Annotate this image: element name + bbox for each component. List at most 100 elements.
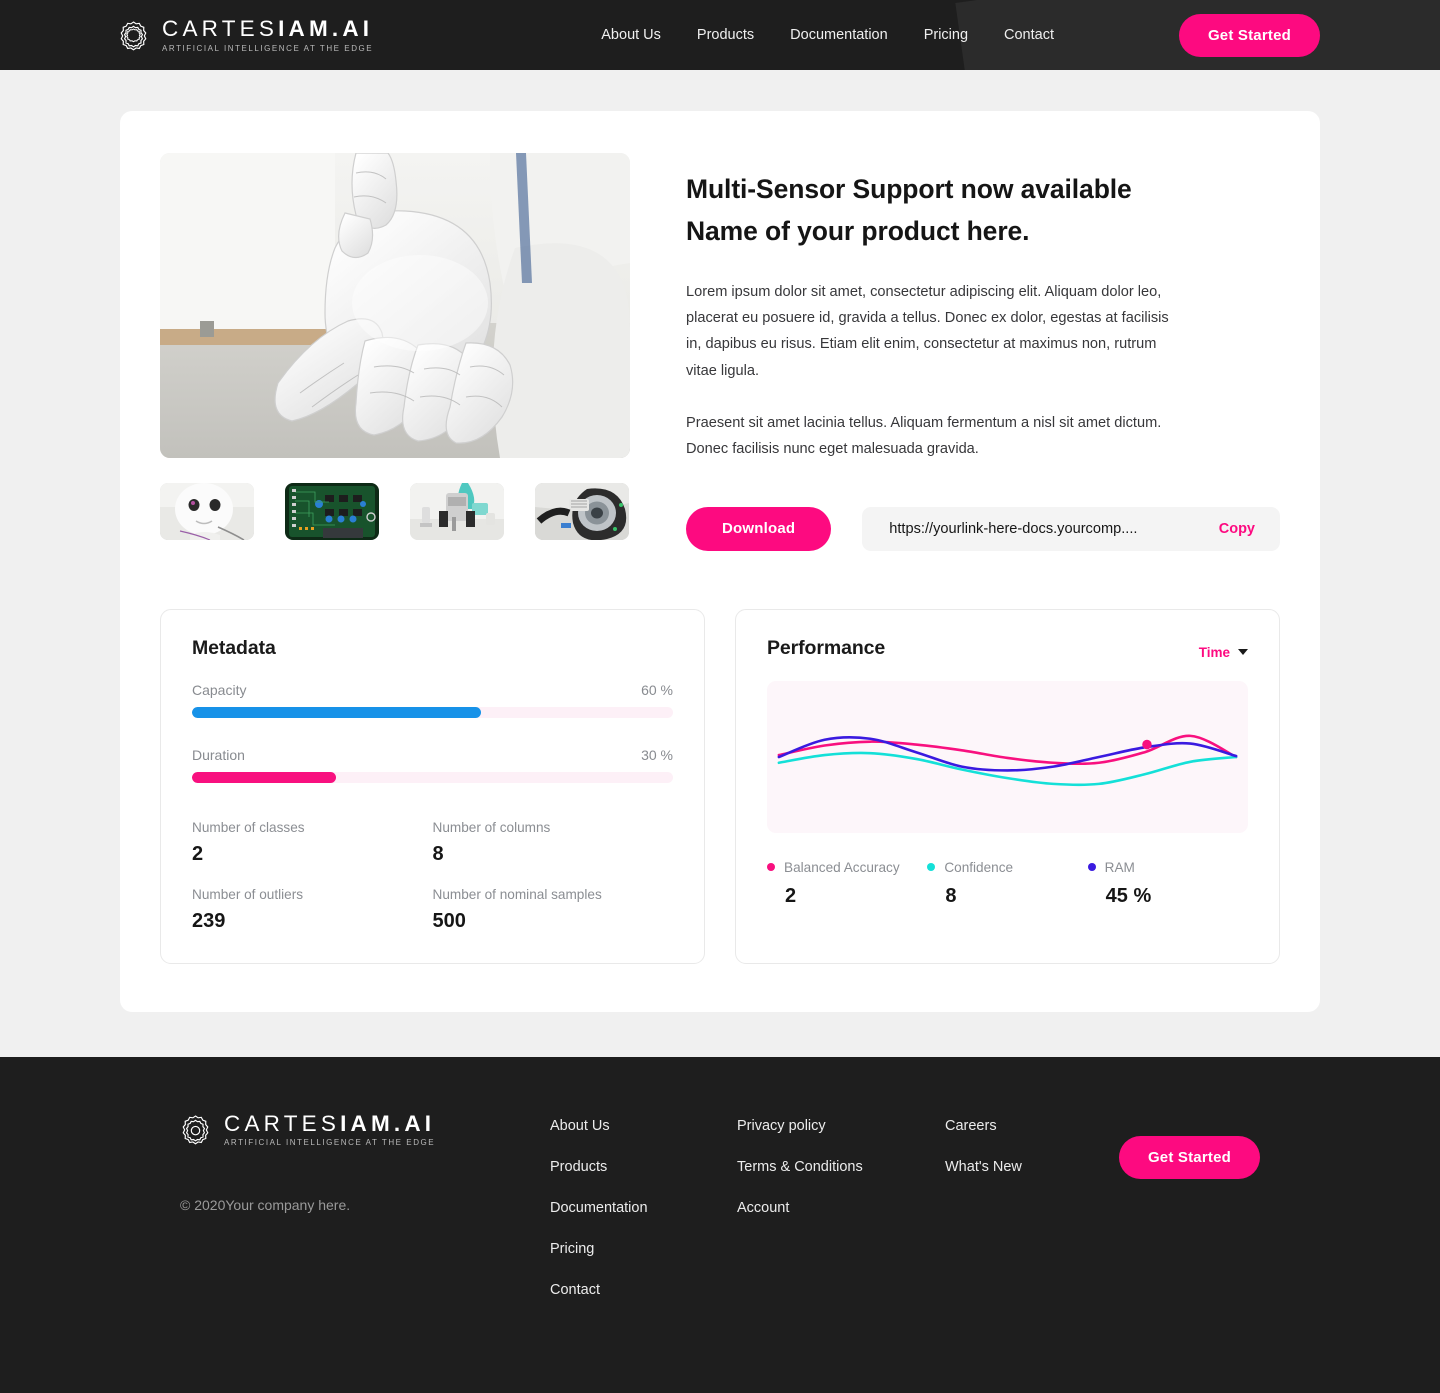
stat-number-of-classes: Number of classes 2 [192, 820, 433, 866]
footer-link-documentation[interactable]: Documentation [550, 1200, 737, 1216]
footer-logo-tagline: ARTIFICIAL INTELLIGENCE AT THE EDGE [224, 1138, 436, 1148]
copy-link-button[interactable]: Copy [1219, 521, 1255, 537]
legend-label: Confidence [944, 859, 1014, 875]
metadata-progress-bars: Capacity 60 % Duration 30 % [192, 682, 673, 783]
stat-value: 2 [192, 842, 204, 865]
product-description-paragraph-1: Lorem ipsum dolor sit amet, consectetur … [686, 284, 1169, 379]
stat-number-of-columns: Number of columns 8 [433, 820, 674, 866]
page-title-line1: Multi-Sensor Support now available [686, 174, 1132, 204]
legend-confidence: Confidence 8 [927, 860, 1087, 908]
content-panel: Multi-Sensor Support now available Name … [120, 111, 1320, 1012]
performance-title: Performance [767, 636, 886, 659]
product-gallery [160, 153, 630, 551]
footer-link-contact[interactable]: Contact [550, 1282, 737, 1298]
footer-link-terms-conditions[interactable]: Terms & Conditions [737, 1159, 945, 1175]
duration-label: Duration [192, 746, 245, 763]
legend-value: 2 [785, 884, 797, 907]
logo-wordmark: CARTESIAM.AI ARTIFICIAL INTELLIGENCE AT … [162, 17, 373, 53]
footer-link-pricing[interactable]: Pricing [550, 1241, 737, 1257]
chart-data-point-marker[interactable] [1142, 739, 1152, 750]
footer-link-columns: About Us Products Documentation Pricing … [550, 1112, 1119, 1323]
performance-line-chart [767, 681, 1248, 833]
legend-color-dot [927, 863, 936, 872]
duration-progress-fill [192, 771, 337, 783]
copyright-text: © 2020Your company here. [180, 1197, 351, 1214]
legend-label: RAM [1104, 859, 1135, 875]
logo-tagline: ARTIFICIAL INTELLIGENCE AT THE EDGE [162, 43, 374, 53]
footer-link-whats-new[interactable]: What's New [945, 1159, 1117, 1175]
circuit-board-icon [285, 483, 379, 540]
gallery-thumbnail-2[interactable] [285, 483, 379, 540]
metadata-card-header: Metadata [192, 637, 673, 660]
logo-title: CARTESIAM.AI [162, 16, 374, 42]
header-logo[interactable]: CARTESIAM.AI ARTIFICIAL INTELLIGENCE AT … [118, 17, 373, 53]
time-range-label: Time [1198, 644, 1230, 660]
footer-brand: CARTESIAM.AI ARTIFICIAL INTELLIGENCE AT … [180, 1112, 550, 1323]
nav-item-products[interactable]: Products [679, 21, 772, 49]
page-title-line2: Name of your product here. [686, 215, 1030, 246]
stat-label: Number of nominal samples [432, 886, 602, 902]
camera-lens-module-icon [535, 483, 629, 540]
footer-link-careers[interactable]: Careers [945, 1118, 1117, 1134]
nav-item-pricing[interactable]: Pricing [906, 21, 986, 49]
footer-column-company: About Us Products Documentation Pricing … [550, 1118, 737, 1323]
footer-column-more: Careers What's New [945, 1118, 1117, 1323]
white-robot-head-icon [160, 483, 254, 540]
performance-legend: Balanced Accuracy 2 Confidence 8 RAM 45 … [767, 860, 1248, 908]
stat-label: Number of columns [432, 819, 551, 835]
scalloped-flower-icon [182, 1115, 209, 1145]
site-footer: CARTESIAM.AI ARTIFICIAL INTELLIGENCE AT … [0, 1056, 1440, 1393]
stat-value: 500 [432, 909, 466, 932]
performance-card-header: Performance Time [767, 637, 1248, 660]
gallery-thumbnail-1[interactable] [160, 483, 254, 540]
page-title: Multi-Sensor Support now available Name … [686, 169, 1280, 252]
duration-value: 30 % [641, 746, 673, 763]
gallery-thumbnail-3[interactable] [410, 483, 504, 540]
copy-link-field[interactable]: https://yourlink-here-docs.yourcomp.... … [862, 506, 1280, 551]
legend-value: 8 [945, 884, 957, 907]
footer-link-about-us[interactable]: About Us [550, 1118, 737, 1134]
stat-number-of-nominal-samples: Number of nominal samples 500 [433, 887, 674, 933]
footer-link-products[interactable]: Products [550, 1159, 737, 1175]
stat-label: Number of outliers [192, 886, 304, 902]
header-get-started-button[interactable]: Get Started [1178, 13, 1320, 57]
stat-label: Number of classes [192, 819, 305, 835]
footer-logo-title: CARTESIAM.AI [224, 1110, 436, 1136]
footer-cta-wrap: Get Started [1118, 1112, 1380, 1323]
time-range-dropdown[interactable]: Time [1199, 645, 1248, 660]
site-header: CARTESIAM.AI ARTIFICIAL INTELLIGENCE AT … [0, 0, 1440, 70]
robotic-gripper-icon [410, 483, 504, 540]
duration-progress-track [192, 771, 673, 783]
product-info: Multi-Sensor Support now available Name … [686, 153, 1280, 551]
legend-balanced-accuracy: Balanced Accuracy 2 [767, 860, 927, 908]
link-url-value: https://yourlink-here-docs.yourcomp.... [889, 520, 1138, 537]
chart-series-balanced-accuracy [779, 736, 1236, 764]
metadata-card: Metadata Capacity 60 % Duration 30 % Num… [160, 608, 705, 964]
capacity-value: 60 % [641, 681, 673, 698]
legend-value: 45 % [1105, 884, 1152, 907]
footer-logo[interactable]: CARTESIAM.AI ARTIFICIAL INTELLIGENCE AT … [180, 1110, 550, 1148]
nav-item-contact[interactable]: Contact [986, 21, 1072, 49]
page-body: Multi-Sensor Support now available Name … [0, 70, 1440, 1057]
legend-ram: RAM 45 % [1087, 859, 1248, 908]
stats-cards-row: Metadata Capacity 60 % Duration 30 % Num… [160, 608, 1280, 964]
product-description-paragraph-2: Praesent sit amet lacinia tellus. Aliqua… [686, 414, 1162, 457]
performance-chart[interactable] [767, 680, 1248, 833]
robotic-hand-illustration [160, 153, 630, 458]
gallery-thumbnail-4[interactable] [535, 483, 629, 540]
legend-color-dot [767, 863, 775, 872]
nav-item-about-us[interactable]: About Us [601, 21, 679, 49]
hero-image[interactable] [160, 153, 630, 458]
capacity-progress-track [192, 706, 673, 718]
footer-link-privacy-policy[interactable]: Privacy policy [737, 1118, 945, 1134]
nav-item-documentation[interactable]: Documentation [772, 21, 906, 49]
capacity-progress-fill [192, 706, 481, 718]
download-button[interactable]: Download [686, 506, 832, 551]
chevron-down-icon [1238, 649, 1248, 656]
product-hero: Multi-Sensor Support now available Name … [160, 153, 1280, 551]
main-navigation: About Us Products Documentation Pricing … [601, 21, 1072, 49]
stat-value: 239 [192, 909, 226, 932]
footer-get-started-button[interactable]: Get Started [1118, 1135, 1260, 1179]
product-actions: Download https://yourlink-here-docs.your… [686, 506, 1280, 551]
footer-link-account[interactable]: Account [737, 1200, 945, 1216]
